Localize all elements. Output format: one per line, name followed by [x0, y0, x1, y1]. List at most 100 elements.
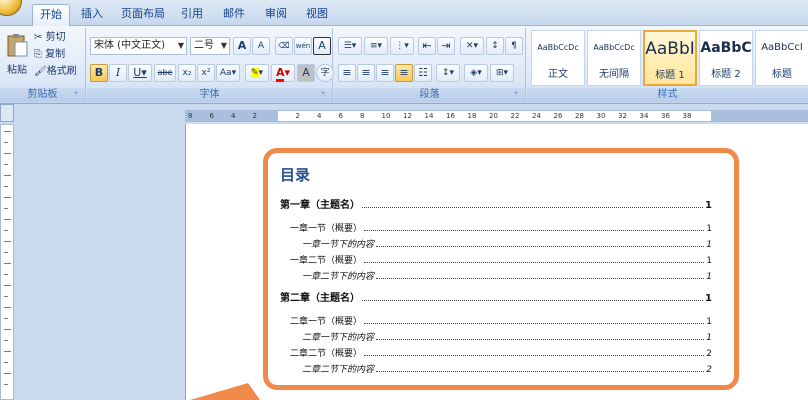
paste-label: 粘贴: [7, 65, 27, 76]
align-left-button[interactable]: ≡: [338, 64, 356, 82]
multilevel-list-button[interactable]: ⋮▾: [390, 37, 414, 55]
bullets-button[interactable]: ☰▾: [338, 37, 362, 55]
font-dialog-launcher[interactable]: ⌝: [321, 91, 330, 100]
tab-home[interactable]: 开始: [32, 4, 70, 27]
align-center-icon: ≡: [361, 66, 371, 79]
grow-font-icon: A: [237, 39, 247, 52]
subscript-button[interactable]: x₂: [178, 64, 196, 82]
copy-button[interactable]: ⎘ 复制: [34, 47, 65, 64]
grow-font-button[interactable]: A: [233, 37, 251, 55]
highlight-button[interactable]: ✎▾: [245, 64, 269, 82]
ruler-tick: [4, 208, 8, 209]
clipboard-dialog-launcher[interactable]: ⌝: [74, 91, 83, 100]
ruler-tab-selector[interactable]: [0, 104, 14, 122]
justify-button[interactable]: ≡: [395, 64, 413, 82]
style-heading-1[interactable]: AaBbI 标题 1: [643, 30, 697, 86]
clear-format-button[interactable]: ⌫: [275, 37, 293, 55]
italic-button[interactable]: I: [109, 64, 127, 82]
style-sample: AaBbCcI: [761, 42, 803, 53]
asian-layout-icon: ✕: [465, 41, 474, 51]
toc-entry[interactable]: 一章二节下的内容 1: [302, 268, 712, 282]
horizontal-ruler[interactable]: 8 6 4 2 2 4 6 8 10 12 14 16 18 20 22 24 26 28 30 32 34 36 38: [185, 110, 808, 122]
distributed-button[interactable]: ☷: [414, 64, 432, 82]
tab-insert[interactable]: 插入: [76, 4, 108, 26]
office-button[interactable]: [0, 0, 22, 16]
change-case-button[interactable]: Aa▾: [216, 64, 240, 82]
font-size-select[interactable]: 二号 ▼: [190, 37, 230, 55]
ruler-tick: [4, 329, 11, 330]
superscript-button[interactable]: x²: [197, 64, 215, 82]
toc-entry[interactable]: 二章一节（概要） 1: [290, 313, 712, 327]
style-title[interactable]: AaBbCcI 标题: [755, 30, 808, 86]
borders-button[interactable]: ⊞▾: [490, 64, 514, 82]
eraser-icon: ⌫: [278, 41, 290, 50]
bullet-list-icon: ☰: [343, 41, 352, 51]
toc-entry[interactable]: 二章二节（概要） 2: [290, 345, 712, 359]
tab-review[interactable]: 审阅: [260, 4, 292, 26]
bold-button[interactable]: B: [90, 64, 108, 82]
subscript-icon: x₂: [182, 68, 192, 78]
pilcrow-icon: ¶: [511, 41, 517, 51]
tab-page-layout[interactable]: 页面布局: [118, 4, 168, 26]
ruler-tick: 8: [360, 112, 365, 120]
superscript-icon: x²: [201, 68, 211, 78]
style-heading-2[interactable]: AaBbC 标题 2: [699, 30, 753, 86]
ruler-tick: [4, 362, 8, 363]
line-spacing-button[interactable]: ↕▾: [436, 64, 460, 82]
toc-page-number: 2: [706, 349, 712, 359]
char-border-button[interactable]: A: [313, 37, 331, 55]
toc-entry[interactable]: 二章一节下的内容 1: [302, 329, 712, 343]
strikethrough-button[interactable]: abe: [154, 64, 176, 82]
char-shading-button[interactable]: A: [297, 64, 315, 82]
justify-icon: ≡: [399, 66, 409, 79]
toc-leader: [376, 371, 705, 372]
paragraph-dialog-launcher[interactable]: ⌝: [514, 91, 523, 100]
font-color-button[interactable]: A▾: [271, 64, 295, 82]
phonetic-guide-button[interactable]: wén: [294, 37, 312, 55]
tab-mailings[interactable]: 邮件: [218, 4, 250, 26]
ribbon-tab-bar: 开始 插入 页面布局 引用 邮件 审阅 视图: [0, 0, 808, 27]
tab-view[interactable]: 视图: [301, 4, 333, 26]
style-normal[interactable]: AaBbCcDc 正文: [531, 30, 585, 86]
toc-leader: [362, 300, 704, 301]
sort-button[interactable]: ↕: [486, 37, 504, 55]
toc-entry[interactable]: 二章二节下的内容 2: [302, 361, 712, 375]
toc-entry[interactable]: 一章二节（概要） 1: [290, 252, 712, 266]
underline-button[interactable]: U▾: [128, 64, 152, 82]
font-name-select[interactable]: 宋体 (中文正文) ▼: [90, 37, 187, 55]
paste-button[interactable]: 粘贴: [2, 30, 32, 86]
vertical-ruler[interactable]: [0, 124, 14, 400]
toc-title: 目录: [280, 166, 311, 184]
toc-entry[interactable]: 第二章（主题名） 1: [280, 290, 712, 304]
format-painter-button[interactable]: 🖌格式刷: [34, 64, 77, 81]
clipboard-group: 粘贴 ✂ 剪切 ⎘ 复制 🖌格式刷 剪贴板 ⌝: [0, 28, 86, 102]
show-marks-button[interactable]: ¶: [505, 37, 523, 55]
shading-button[interactable]: ◈▾: [464, 64, 488, 82]
numbering-button[interactable]: ≡▾: [364, 37, 388, 55]
enclose-char-button[interactable]: 字: [316, 64, 334, 82]
border-icon: ⊞: [495, 68, 504, 78]
asian-layout-button[interactable]: ✕▾: [460, 37, 484, 55]
callout-arrow-icon: [190, 383, 260, 400]
shrink-font-button[interactable]: A: [252, 37, 270, 55]
italic-icon: I: [115, 66, 121, 79]
toc-entry[interactable]: 一章一节（概要） 1: [290, 220, 712, 234]
copy-icon: ⎘: [34, 49, 42, 60]
toc-entry[interactable]: 第一章（主题名） 1: [280, 197, 712, 211]
decrease-indent-button[interactable]: ⇤: [418, 37, 436, 55]
tab-references[interactable]: 引用: [176, 4, 208, 26]
style-no-spacing[interactable]: AaBbCcDc 无间隔: [587, 30, 641, 86]
increase-indent-button[interactable]: ⇥: [437, 37, 455, 55]
toc-entry[interactable]: 一章一节下的内容 1: [302, 236, 712, 250]
paragraph-group: ☰▾ ≡▾ ⋮▾ ⇤ ⇥ ✕▾ ↕ ¶ ≡ ≡ ≡ ≡ ☷ ↕▾ ◈▾ ⊞▾ 段…: [334, 28, 526, 102]
ruler-tick: 4: [317, 112, 322, 120]
toc-leader: [376, 278, 705, 279]
toc-leader: [364, 355, 705, 356]
scissors-icon: ✂: [34, 32, 43, 43]
align-center-button[interactable]: ≡: [357, 64, 375, 82]
outdent-icon: ⇤: [422, 39, 432, 52]
ruler-tick: [4, 131, 11, 132]
cut-button[interactable]: ✂ 剪切: [34, 30, 66, 47]
ruler-tick: [4, 164, 8, 165]
align-right-button[interactable]: ≡: [376, 64, 394, 82]
